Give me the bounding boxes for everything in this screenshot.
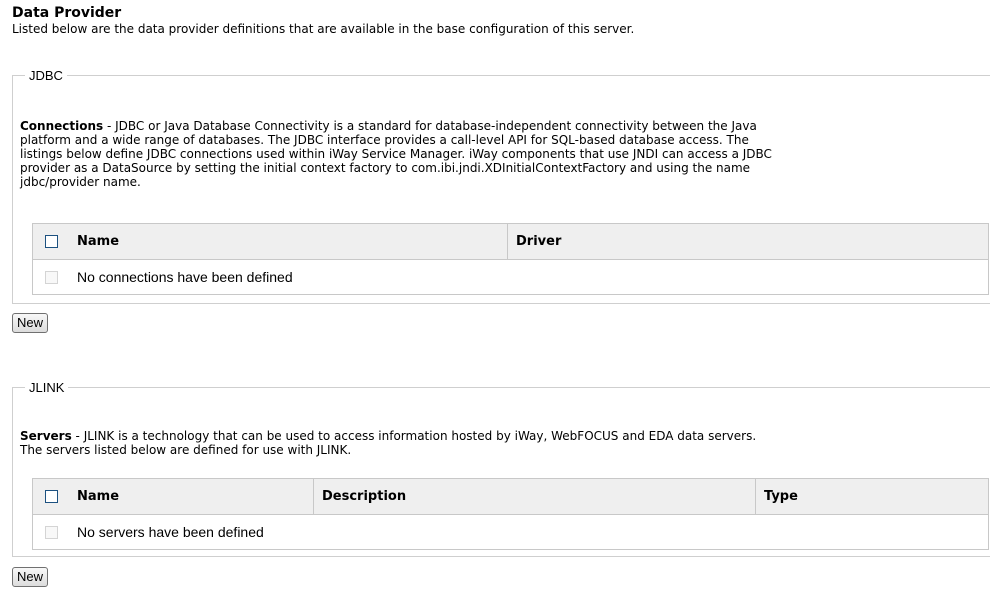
column-driver[interactable]: Driver	[507, 224, 988, 259]
table-row: No servers have been defined	[33, 515, 988, 549]
jdbc-desc-bold: Connections	[20, 119, 104, 133]
jdbc-legend: JDBC	[29, 68, 63, 83]
jlink-servers-table: Name Description Type No servers have be…	[32, 478, 989, 550]
jdbc-new-button[interactable]: New	[12, 313, 49, 333]
jdbc-desc-line2: platform and a wide range of databases. …	[20, 133, 749, 147]
column-name[interactable]: Name	[69, 224, 507, 259]
row-checkbox	[44, 525, 58, 539]
empty-message: No connections have been defined	[77, 269, 293, 285]
jlink-new-button[interactable]: New	[12, 567, 49, 587]
jdbc-desc-line3: listings below define JDBC connections u…	[20, 147, 772, 161]
column-name[interactable]: Name	[69, 479, 313, 514]
table-header: Name Driver	[33, 224, 988, 260]
jlink-description: Servers - JLINK is a technology that can…	[20, 429, 954, 457]
jdbc-section: JDBC Connections - JDBC or Java Database…	[12, 68, 990, 304]
column-type[interactable]: Type	[755, 479, 988, 514]
select-all-checkbox[interactable]	[44, 235, 58, 248]
jdbc-connections-table: Name Driver No connections have been def…	[32, 223, 989, 295]
jlink-desc-line2: The servers listed below are defined for…	[20, 443, 352, 457]
jdbc-desc-line5: jdbc/provider name.	[20, 175, 141, 189]
select-all-checkbox[interactable]	[44, 490, 58, 503]
data-provider-page: Data Provider Listed below are the data …	[0, 0, 990, 594]
jdbc-desc-line1: - JDBC or Java Database Connectivity is …	[103, 119, 757, 133]
page-subtitle: Listed below are the data provider defin…	[12, 22, 635, 36]
page-title: Data Provider	[12, 5, 122, 21]
jdbc-description: Connections - JDBC or Java Database Conn…	[20, 119, 954, 189]
jlink-legend: JLINK	[29, 380, 65, 395]
table-header: Name Description Type	[33, 479, 988, 515]
jlink-section: JLINK Servers - JLINK is a technology th…	[12, 380, 990, 557]
empty-message: No servers have been defined	[77, 524, 264, 540]
jlink-desc-line1: - JLINK is a technology that can be used…	[71, 429, 757, 443]
jdbc-desc-line4: provider as a DataSource by setting the …	[20, 161, 751, 175]
row-checkbox	[44, 270, 58, 284]
column-description[interactable]: Description	[313, 479, 755, 514]
table-row: No connections have been defined	[33, 260, 988, 294]
jlink-desc-bold: Servers	[20, 429, 72, 443]
